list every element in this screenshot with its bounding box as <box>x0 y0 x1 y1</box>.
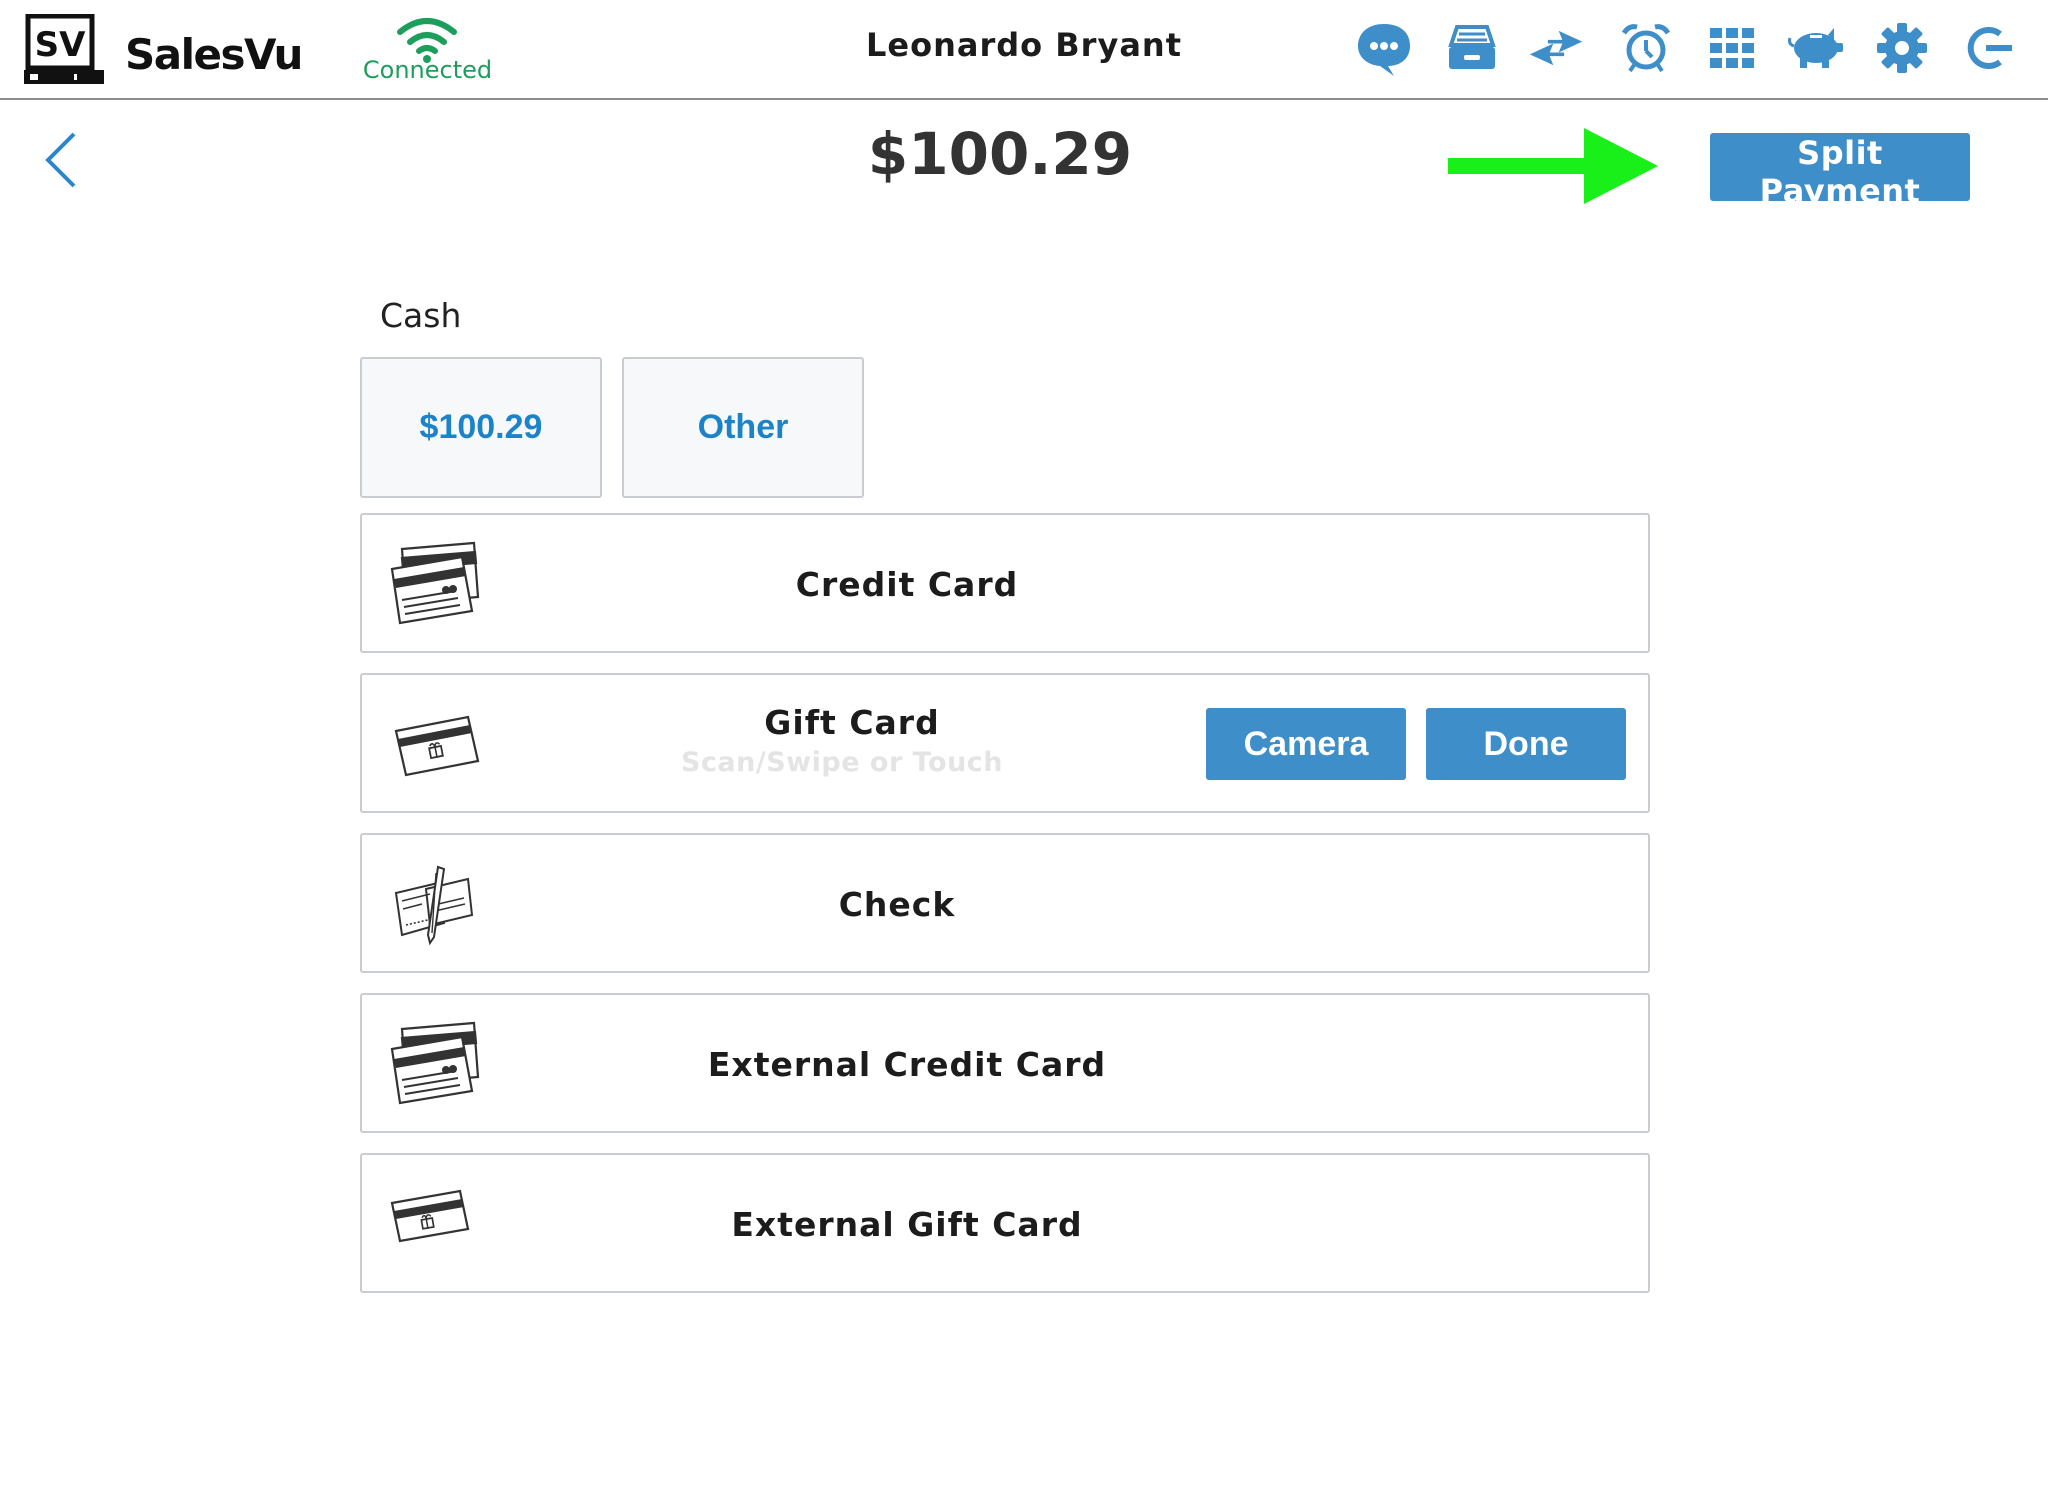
gift-card-option[interactable]: Gift Card Scan/Swipe or Touch Camera Don… <box>360 673 1650 813</box>
app-name: SalesVu <box>125 30 303 79</box>
logo-text: SV <box>35 25 86 65</box>
salesvu-logo: SV <box>24 13 104 86</box>
check-label: Check <box>838 885 956 924</box>
chat-icon[interactable] <box>1356 20 1412 76</box>
user-name: Leonardo Bryant <box>866 26 1182 64</box>
logout-icon[interactable] <box>1962 20 2018 76</box>
annotation-arrow-icon <box>1448 126 1660 206</box>
payment-total: $100.29 <box>867 120 1133 188</box>
gift-card-icon <box>386 699 486 791</box>
cash-exact-amount-button[interactable]: $100.29 <box>360 357 602 498</box>
camera-button[interactable]: Camera <box>1206 708 1406 780</box>
top-bar: SV SalesVu Connected Leonardo Bryant <box>0 0 2048 100</box>
external-gift-card-label: External Gift Card <box>731 1205 1083 1244</box>
gift-card-hint: Scan/Swipe or Touch <box>680 747 1004 778</box>
gift-card-label: Gift Card <box>764 703 940 742</box>
check-option[interactable]: Check <box>360 833 1650 973</box>
cash-drawer-icon[interactable] <box>1444 20 1500 76</box>
grid-icon[interactable] <box>1704 20 1760 76</box>
split-payment-button[interactable]: Split Payment <box>1710 133 1970 210</box>
back-chevron-icon[interactable] <box>38 128 88 192</box>
connection-status: Connected <box>362 56 493 84</box>
external-credit-card-option[interactable]: External Credit Card <box>360 993 1650 1133</box>
alarm-clock-icon[interactable] <box>1618 20 1674 76</box>
cash-section-label: Cash <box>380 296 462 335</box>
external-gift-card-option[interactable]: External Gift Card <box>360 1153 1650 1293</box>
credit-card-label: Credit Card <box>795 565 1019 604</box>
done-button[interactable]: Done <box>1426 708 1626 780</box>
transfer-icon[interactable] <box>1528 20 1584 76</box>
credit-card-option[interactable]: Credit Card <box>360 513 1650 653</box>
external-credit-card-label: External Credit Card <box>707 1045 1107 1084</box>
gear-icon[interactable] <box>1874 20 1930 76</box>
cash-other-button[interactable]: Other <box>622 357 864 498</box>
piggy-bank-icon[interactable] <box>1788 20 1844 76</box>
